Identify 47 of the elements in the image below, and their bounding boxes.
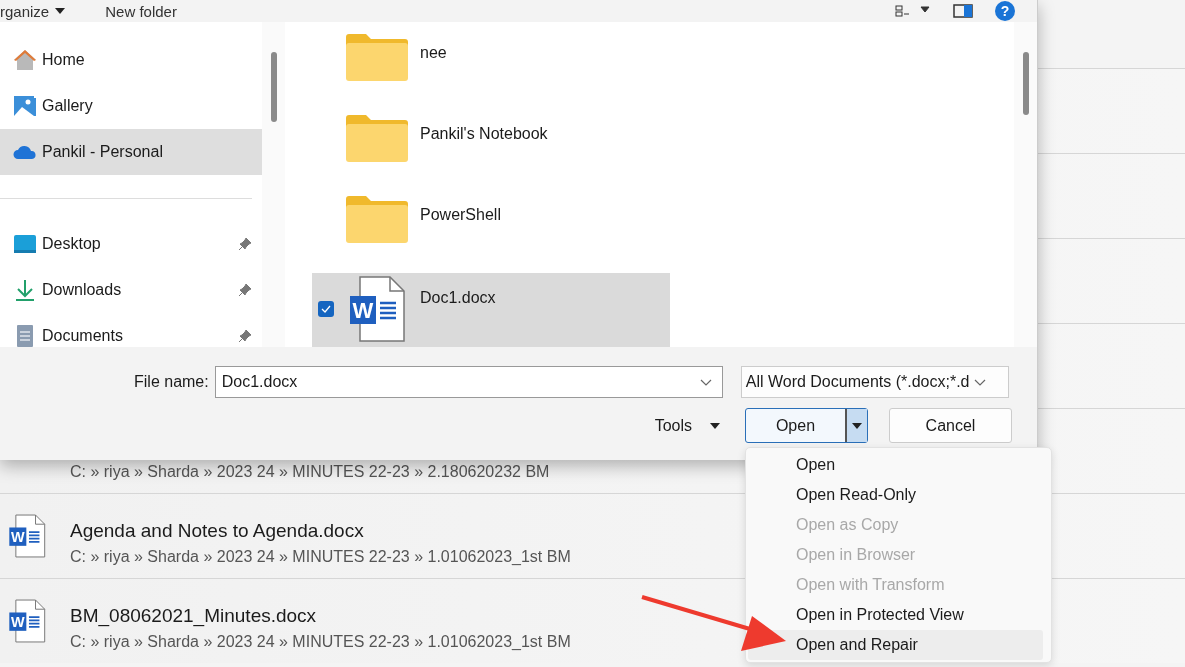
- scrollbar[interactable]: [1014, 22, 1037, 347]
- menu-item[interactable]: Open and Repair: [748, 630, 1043, 660]
- file-path: C: » riya » Sharda » 2023 24 » MINUTES 22-23 » 1.01062023_1st BM: [70, 548, 571, 566]
- check-icon: [321, 305, 331, 313]
- tools-button[interactable]: Tools: [654, 416, 720, 435]
- nav-item[interactable]: Desktop: [0, 221, 262, 267]
- desktop-icon: [13, 234, 37, 254]
- menu-item[interactable]: Open in Protected View: [748, 600, 1043, 630]
- scrollbar[interactable]: [262, 22, 285, 347]
- file-item[interactable]: PowerShell: [312, 192, 670, 266]
- menu-item[interactable]: Open Read-Only: [748, 480, 1043, 510]
- folder-icon: [346, 114, 408, 162]
- chevron-icon: [699, 378, 712, 386]
- checkbox[interactable]: [318, 301, 334, 317]
- gallery-icon: [13, 95, 37, 117]
- file-path: C: » riya » Sharda » 2023 24 » MINUTES 22-23 » 2.180620232 BM: [70, 463, 550, 481]
- caret-icon: [852, 422, 862, 429]
- nav-item[interactable]: Documents: [0, 313, 262, 347]
- nav-item[interactable]: Home: [0, 37, 262, 83]
- file-type-dropdown[interactable]: All Word Documents (*.docx;*.d: [740, 366, 1009, 398]
- file-item[interactable]: nee: [312, 30, 670, 104]
- organize-menu[interactable]: rganize: [0, 2, 50, 20]
- nav-item[interactable]: Downloads: [0, 267, 262, 313]
- caret-icon: [55, 8, 66, 14]
- file-item[interactable]: Pankil's Notebook: [312, 111, 670, 185]
- file-name-label: File name:: [134, 373, 209, 391]
- nav-item[interactable]: Gallery: [0, 83, 262, 129]
- help-icon[interactable]: ?: [995, 1, 1015, 21]
- folder-icon: [346, 33, 408, 81]
- caret-icon: [710, 422, 720, 429]
- preview-pane-icon[interactable]: [953, 4, 973, 18]
- file-title[interactable]: Agenda and Notes to Agenda.docx: [70, 520, 571, 542]
- home-icon: [13, 49, 37, 71]
- cloud-icon: [13, 144, 37, 160]
- view-options-icon[interactable]: [895, 5, 931, 17]
- file-path: C: » riya » Sharda » 2023 24 » MINUTES 22-23 » 1.01062023_1st BM: [70, 633, 571, 651]
- file-item[interactable]: W Doc1.docx: [312, 273, 670, 347]
- download-icon: [13, 279, 37, 301]
- new-folder-button[interactable]: New folder: [105, 2, 177, 20]
- file-title[interactable]: BM_08062021_Minutes.docx: [70, 605, 571, 627]
- nav-item[interactable]: Pankil - Personal: [0, 129, 262, 175]
- open-button[interactable]: Open: [745, 408, 868, 443]
- folder-icon: [346, 195, 408, 243]
- chevron-icon: [973, 378, 986, 386]
- cancel-button[interactable]: Cancel: [889, 408, 1012, 443]
- file-name-field[interactable]: Doc1.docx: [214, 366, 723, 398]
- menu-item[interactable]: Open: [748, 450, 1043, 480]
